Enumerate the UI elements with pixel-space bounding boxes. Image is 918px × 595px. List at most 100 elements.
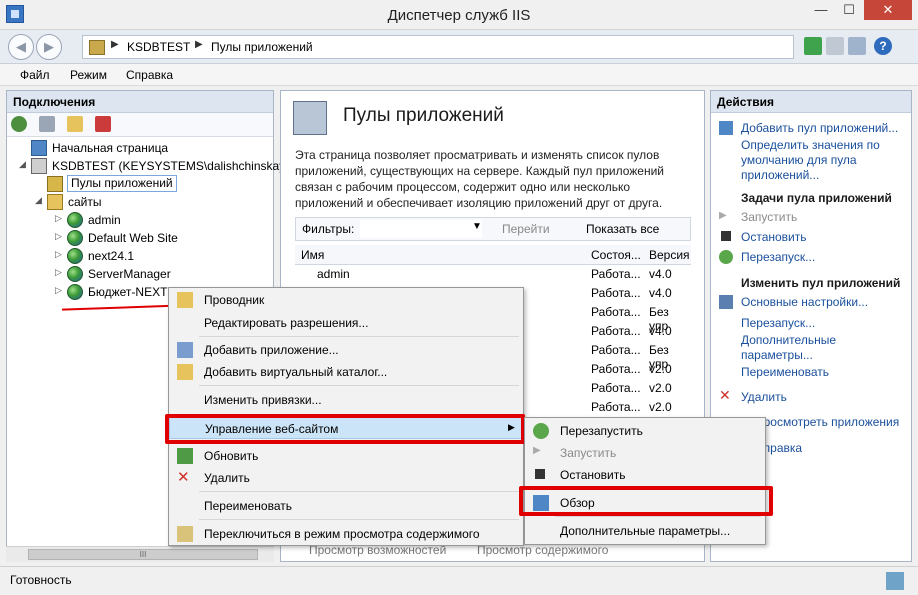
advanced-settings-action[interactable]: Дополнительные параметры... [741,333,861,363]
forward-button[interactable]: ▶ [36,34,62,60]
pool-state: Работа... [591,381,641,395]
delete-icon: ✕ [719,387,731,403]
filter-bar: Фильтры: ▼ Перейти Показать все [295,217,691,241]
pool-state: Работа... [591,400,641,414]
column-name[interactable]: Имя [301,248,324,262]
filter-dropdown-icon[interactable]: ▼ [472,221,482,232]
menu-item-refresh[interactable]: Обновить [169,445,523,467]
tree-sites[interactable]: ◢ сайты [35,193,207,211]
menu-item-add-application[interactable]: Добавить приложение... [169,339,523,361]
stop-action[interactable]: Остановить [741,230,807,245]
collapse-icon[interactable]: ◢ [19,159,26,170]
tree-label: Бюджет-NEXT [88,285,168,299]
menu-bar: Файл Режим Справка [0,64,918,86]
up-folder-icon[interactable] [67,116,83,132]
show-all-button[interactable]: Показать все [586,222,659,236]
tree-server[interactable]: ◢ KSDBTEST (KEYSYSTEMS\dalishchinskaya) [19,157,296,175]
menu-view[interactable]: Режим [70,68,107,82]
stop-icon[interactable] [826,37,844,55]
menu-help[interactable]: Справка [126,68,173,82]
disconnect-icon[interactable] [95,116,111,132]
table-row[interactable]: admin Работа... v4.0 [295,265,691,284]
expand-icon[interactable]: ▷ [55,213,62,224]
content-view-icon [177,526,193,542]
rename-action[interactable]: Переименовать [741,365,829,380]
breadcrumb-separator: ▶ [111,39,119,50]
highlight-box-browse [519,486,773,516]
menu-item-switch-content-view[interactable]: Переключиться в режим просмотра содержим… [169,523,523,545]
submenu-item-start[interactable]: ▶ Запустить [525,442,765,464]
globe-icon [67,212,83,228]
tree-app-pools[interactable]: Пулы приложений [47,175,207,193]
sites-folder-icon [47,194,63,210]
menu-item-explore[interactable]: Проводник [169,289,523,311]
expand-icon[interactable]: ▷ [55,249,62,260]
server-icon [31,158,47,174]
close-button[interactable]: ✕ [864,0,912,20]
maximize-button[interactable]: ☐ [836,0,862,20]
breadcrumb-pools[interactable]: Пулы приложений [211,40,313,54]
tree-site-default[interactable]: ▷ Default Web Site [55,229,247,247]
highlight-box-manage-website [165,414,525,444]
collapse-icon[interactable]: ◢ [35,195,42,206]
page-title: Пулы приложений [343,105,504,126]
app-pools-large-icon [293,101,327,135]
restart-action[interactable]: Перезапуск... [741,250,815,265]
expand-icon[interactable]: ▷ [55,231,62,242]
tree-site-servermanager[interactable]: ▷ ServerManager [55,265,247,283]
minimize-button[interactable]: — [808,0,834,20]
menu-item-edit-permissions[interactable]: Редактировать разрешения... [169,312,523,334]
add-pool-action[interactable]: Добавить пул приложений... [741,121,898,136]
back-button[interactable]: ◀ [8,34,34,60]
filter-input[interactable] [360,220,482,238]
address-field[interactable]: ▶ KSDBTEST ▶ Пулы приложений [82,35,794,59]
pool-state: Работа... [591,324,641,338]
menu-item-label: Проводник [204,293,265,307]
expand-icon[interactable]: ▷ [55,285,62,296]
recycle-action[interactable]: Перезапуск... [741,316,815,331]
help-icon[interactable]: ? [874,37,892,55]
view-apps-action[interactable]: Просмотреть приложения [755,415,899,430]
grid-header: Имя Состоя... Версия [295,245,691,265]
save-icon[interactable] [39,116,55,132]
tree-label: Пулы приложений [67,175,177,192]
refresh-icon [177,448,193,464]
title-bar: Диспетчер служб IIS — ☐ ✕ [0,0,918,30]
tree-site-next241[interactable]: ▷ next24.1 [55,247,227,265]
menu-item-add-vdir[interactable]: Добавить виртуальный каталог... [169,361,523,383]
globe-icon [67,248,83,264]
submenu-item-stop[interactable]: Остановить [525,464,765,486]
restart-icon [533,423,549,439]
globe-icon [67,284,83,300]
basic-settings-action[interactable]: Основные настройки... [741,295,868,310]
menu-file[interactable]: Файл [20,68,50,82]
tree-site-admin[interactable]: ▷ admin [55,211,227,229]
menu-item-rename[interactable]: Переименовать [169,495,523,517]
set-defaults-action[interactable]: Определить значения по умолчанию для пул… [741,138,907,183]
menu-item-remove[interactable]: ✕ Удалить [169,467,523,489]
horizontal-scrollbar[interactable]: III [6,546,274,562]
column-state[interactable]: Состоя... [591,248,641,262]
submenu-item-restart[interactable]: Перезапустить [525,420,765,442]
column-version[interactable]: Версия [649,248,690,262]
connect-globe-icon[interactable] [11,116,27,132]
tree-start-page[interactable]: Начальная страница [31,139,271,157]
scrollbar-thumb[interactable]: III [28,549,258,560]
connect-icon[interactable] [804,37,822,55]
delete-action[interactable]: Удалить [741,390,787,405]
menu-item-label: Удалить [204,471,250,485]
menu-item-label: Добавить виртуальный каталог... [204,365,388,379]
home-icon[interactable] [848,37,866,55]
menu-separator [199,519,519,520]
menu-item-edit-bindings[interactable]: Изменить привязки... [169,389,523,411]
expand-icon[interactable]: ▷ [55,267,62,278]
globe-icon [67,266,83,282]
menu-item-label: Редактировать разрешения... [204,316,369,330]
server-icon [89,40,105,55]
pool-state: Работа... [591,343,641,357]
go-button[interactable]: Перейти [502,222,550,236]
start-action[interactable]: Запустить [741,210,797,225]
breadcrumb-server[interactable]: KSDBTEST [127,40,190,54]
submenu-item-advanced[interactable]: Дополнительные параметры... [525,520,765,542]
menu-item-label: Переименовать [204,499,292,513]
